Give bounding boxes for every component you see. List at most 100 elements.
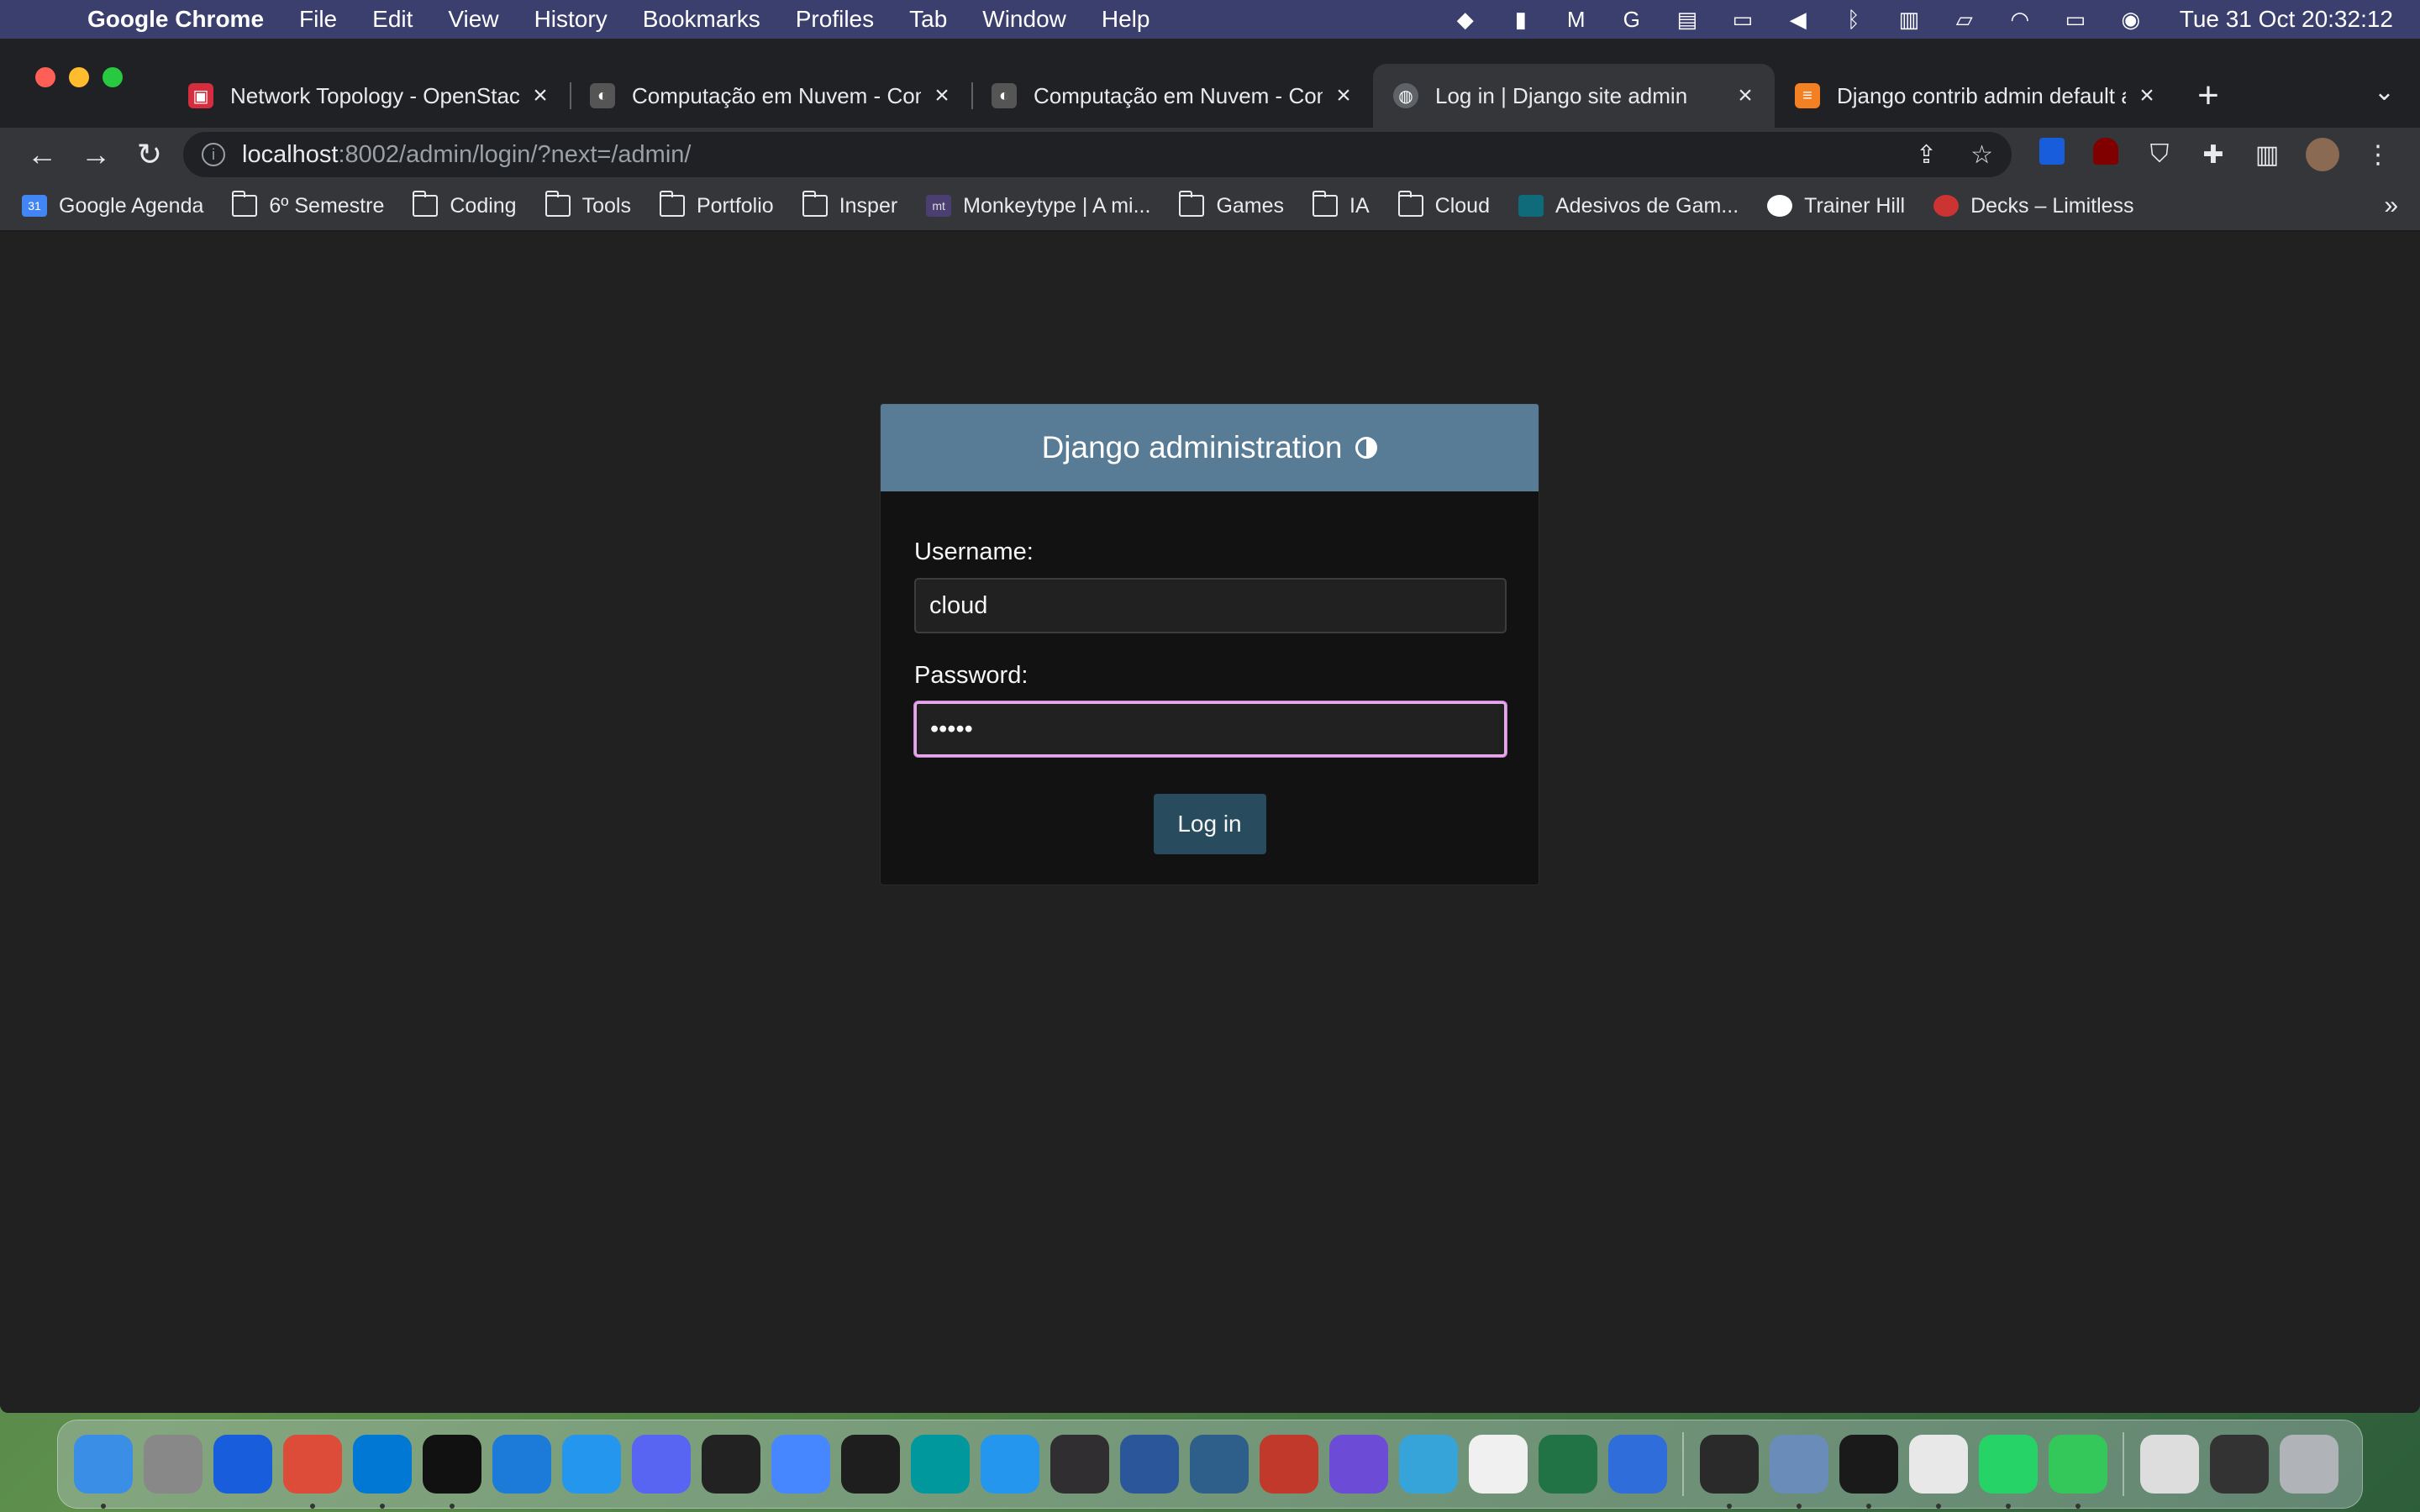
reload-button[interactable]: ↻ xyxy=(123,137,176,172)
dock-xcode-icon[interactable] xyxy=(492,1435,551,1494)
forward-button[interactable]: → xyxy=(69,137,123,172)
dock-launchpad-icon[interactable] xyxy=(144,1435,203,1494)
dock-terminal-ish-icon[interactable] xyxy=(423,1435,481,1509)
volume-icon[interactable]: ◀ xyxy=(1783,7,1813,32)
logitech-g-icon[interactable]: G xyxy=(1617,7,1647,32)
bookmark-decks-limitless[interactable]: Decks – Limitless xyxy=(1933,194,2134,218)
dock-arduino-icon[interactable] xyxy=(911,1435,970,1494)
theme-toggle-icon[interactable] xyxy=(1355,437,1378,459)
dock-terminal-icon[interactable] xyxy=(1839,1435,1898,1509)
dock-word-icon[interactable] xyxy=(1120,1435,1179,1494)
back-button[interactable]: ← xyxy=(15,137,69,172)
extensions-puzzle-icon[interactable]: ✚ xyxy=(2186,140,2240,170)
menu-tab[interactable]: Tab xyxy=(909,6,947,33)
site-name[interactable]: Django administration xyxy=(1042,430,1343,465)
dock-obs-icon[interactable] xyxy=(1050,1435,1109,1494)
share-icon[interactable]: ⇪ xyxy=(1916,140,1937,170)
menu-clock[interactable]: Tue 31 Oct 20:32:12 xyxy=(2180,6,2393,33)
bookmark-folder-cloud[interactable]: Cloud xyxy=(1397,191,1490,218)
dock-textedit-icon[interactable] xyxy=(1909,1435,1968,1509)
bookmark-folder-coding[interactable]: Coding xyxy=(413,191,517,218)
dock-docker-desktop-icon[interactable] xyxy=(562,1435,621,1494)
zoom-window-button[interactable] xyxy=(103,67,123,87)
close-tab-icon[interactable]: × xyxy=(1731,81,1760,110)
dock-malwarebytes-icon[interactable] xyxy=(1608,1435,1667,1494)
tab-computacao-nuvem-2[interactable]: ◐ Computação em Nuvem - Computação × xyxy=(971,64,1373,128)
clapper-icon[interactable]: ▤ xyxy=(1672,7,1702,32)
dock-nordvpn-icon[interactable] xyxy=(771,1435,830,1494)
tab-computacao-nuvem-1[interactable]: ◐ Computação em Nuvem - Computação × xyxy=(570,64,971,128)
dock-chrome-window-icon[interactable] xyxy=(2210,1435,2269,1494)
dock-finder-icon[interactable] xyxy=(74,1435,133,1509)
menu-view[interactable]: View xyxy=(448,6,498,33)
memory-icon[interactable]: ▥ xyxy=(1894,7,1924,32)
dock-figma-icon[interactable] xyxy=(841,1435,900,1494)
bookmark-folder-portfolio[interactable]: Portfolio xyxy=(659,191,774,218)
menu-edit[interactable]: Edit xyxy=(372,6,413,33)
close-tab-icon[interactable]: × xyxy=(526,81,555,110)
menu-window[interactable]: Window xyxy=(982,6,1066,33)
bluetooth-icon[interactable]: ᛒ xyxy=(1839,7,1869,32)
bookmark-star-icon[interactable]: ☆ xyxy=(1970,140,1993,170)
menu-help[interactable]: Help xyxy=(1102,6,1150,33)
close-tab-icon[interactable]: × xyxy=(1329,81,1358,110)
minimize-window-button[interactable] xyxy=(69,67,89,87)
shield-extension-icon[interactable]: ⛉ xyxy=(2133,140,2186,169)
bookmark-trainer-hill[interactable]: Trainer Hill xyxy=(1767,194,1905,218)
dock-whatsapp-icon[interactable] xyxy=(1979,1435,2038,1509)
dropbox-icon[interactable]: ◆ xyxy=(1450,7,1481,32)
dock-beekeeper-icon[interactable] xyxy=(1329,1435,1388,1494)
bookmark-folder-tools[interactable]: Tools xyxy=(544,191,631,218)
menu-file[interactable]: File xyxy=(299,6,337,33)
dock-preview-icon[interactable] xyxy=(1770,1435,1828,1509)
tab-search-chevron-icon[interactable]: ⌄ xyxy=(2374,77,2395,107)
battery-icon[interactable]: ▭ xyxy=(2060,7,2091,32)
dock-clock-icon[interactable] xyxy=(1469,1435,1528,1494)
control-center-icon[interactable]: ◉ xyxy=(2116,7,2146,32)
dock-logitech-icon[interactable] xyxy=(702,1435,760,1494)
dock-trash-icon[interactable] xyxy=(2280,1435,2338,1494)
dock-mysql-workbench-icon[interactable] xyxy=(1190,1435,1249,1494)
dock-excel-icon[interactable] xyxy=(1539,1435,1597,1494)
tab-django-contrib[interactable]: ≡ Django contrib admin default a × xyxy=(1775,64,2176,128)
tab-network-topology[interactable]: ▣ Network Topology - OpenStack × xyxy=(168,64,570,128)
dock-dolphin-icon[interactable] xyxy=(1399,1435,1458,1494)
new-tab-button[interactable]: + xyxy=(2176,64,2240,128)
dock-vscode-icon[interactable] xyxy=(353,1435,412,1509)
dock-discord-icon[interactable] xyxy=(632,1435,691,1494)
malwarebytes-icon[interactable]: M xyxy=(1561,7,1591,32)
bookmark-folder-6-semestre[interactable]: 6º Semestre xyxy=(232,191,384,218)
close-tab-icon[interactable]: × xyxy=(2133,81,2161,110)
menu-profiles[interactable]: Profiles xyxy=(796,6,874,33)
password-input[interactable]: ••••• xyxy=(914,701,1507,757)
bookmark-adesivos[interactable]: Adesivos de Gam... xyxy=(1518,194,1739,218)
login-button[interactable]: Log in xyxy=(1153,794,1266,854)
bitwarden-extension-icon[interactable] xyxy=(2025,138,2079,171)
close-window-button[interactable] xyxy=(35,67,55,87)
menu-history[interactable]: History xyxy=(534,6,608,33)
dock-numbers-icon[interactable] xyxy=(2049,1435,2107,1509)
side-panel-icon[interactable]: ▥ xyxy=(2240,140,2294,170)
address-bar[interactable]: i localhost :8002/admin/login/?next=/adm… xyxy=(183,132,2012,177)
dock-docker-icon[interactable] xyxy=(981,1435,1039,1494)
dock-joystick-icon[interactable] xyxy=(1260,1435,1318,1494)
bookmark-google-agenda[interactable]: 31 Google Agenda xyxy=(22,194,203,218)
chrome-menu-icon[interactable]: ⋮ xyxy=(2351,140,2405,170)
menu-app-name[interactable]: Google Chrome xyxy=(87,6,264,33)
menu-bookmarks[interactable]: Bookmarks xyxy=(643,6,760,33)
display-icon[interactable]: ▭ xyxy=(1728,7,1758,32)
site-info-icon[interactable]: i xyxy=(202,143,225,166)
wifi-icon[interactable]: ◠ xyxy=(2005,7,2035,32)
dock-document-icon[interactable] xyxy=(2140,1435,2199,1494)
bookmark-folder-insper[interactable]: Insper xyxy=(802,191,897,218)
profile-avatar[interactable] xyxy=(2306,138,2339,171)
screen-mirror-icon[interactable]: ▱ xyxy=(1949,7,1980,32)
dock-epic-games-icon[interactable] xyxy=(1700,1435,1759,1509)
close-tab-icon[interactable]: × xyxy=(928,81,956,110)
ublock-extension-icon[interactable] xyxy=(2079,138,2133,171)
bookmark-folder-ia[interactable]: IA xyxy=(1313,191,1370,218)
bookmark-monkeytype[interactable]: mt Monkeytype | A mi... xyxy=(926,194,1150,218)
dock-bitwarden-icon[interactable] xyxy=(213,1435,272,1494)
tab-django-login[interactable]: ◍ Log in | Django site admin × xyxy=(1373,64,1775,128)
more-bookmarks-chevron-icon[interactable]: » xyxy=(2384,192,2398,220)
